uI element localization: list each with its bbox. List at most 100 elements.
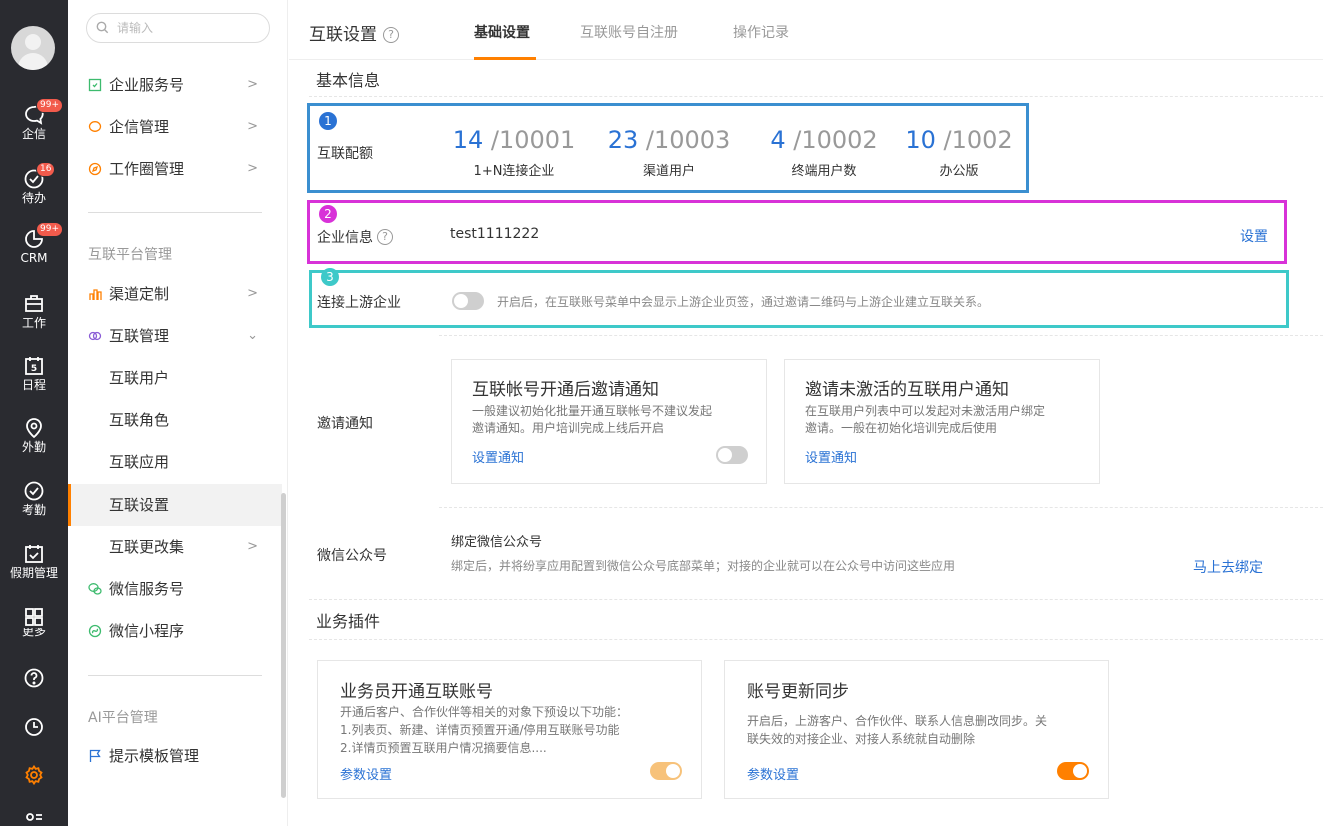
quota-value: 14 /10001: [439, 126, 589, 154]
account-sync-toggle[interactable]: [1057, 762, 1089, 780]
quota-caption: 渠道用户: [642, 164, 695, 179]
nav-subitem-roles[interactable]: 互联角色: [68, 399, 282, 441]
nav-item-wechat-service[interactable]: 微信服务号: [68, 568, 282, 610]
rail-item-todo[interactable]: 待办 16: [0, 162, 68, 214]
avatar[interactable]: [11, 26, 55, 70]
rail-item-work[interactable]: 工作: [0, 293, 68, 339]
todo-badge: 16: [36, 162, 56, 177]
rail-item-field[interactable]: 外勤: [0, 417, 68, 463]
card-title: 邀请未激活的互联用户通知: [805, 380, 1009, 400]
nav-scrollbar[interactable]: [281, 493, 286, 798]
rail-item-history[interactable]: [0, 716, 68, 762]
search-input[interactable]: 请输入: [86, 13, 270, 43]
help-icon[interactable]: ?: [383, 27, 399, 43]
help-icon[interactable]: ?: [377, 229, 393, 245]
quota-used: 4: [770, 126, 786, 154]
gear-icon: [25, 764, 43, 786]
card-description: 联失效的对接企业、对接人系统就自动删除: [747, 732, 976, 746]
upstream-toggle[interactable]: [452, 292, 484, 310]
nav-subitem-changeset[interactable]: 互联更改集 >: [68, 526, 282, 568]
salesperson-plugin-toggle[interactable]: [650, 762, 682, 780]
nav-item-service-account[interactable]: 企业服务号 >: [68, 64, 282, 106]
wechat-label: 微信公众号: [317, 548, 387, 564]
company-info-label-text: 企业信息: [317, 230, 373, 246]
crm-badge: 99+: [36, 222, 63, 237]
company-settings-link[interactable]: 设置: [1240, 226, 1268, 246]
nav-group-label: AI平台管理: [88, 710, 158, 726]
card-description: 1.列表页、新建、详情页预置开通/停用互联账号功能: [340, 723, 620, 737]
marker-3: 3: [321, 268, 339, 286]
flag-icon: [89, 749, 101, 762]
link-rings-icon: [88, 331, 102, 341]
nav-item-prompt-templates[interactable]: 提示模板管理: [68, 735, 282, 777]
row-divider: [309, 96, 1323, 97]
wechat-title: 绑定微信公众号: [451, 535, 543, 550]
search-icon: [96, 21, 109, 34]
page-header: 互联设置? 基础设置 互联账号自注册 操作记录: [289, 0, 1323, 60]
rail-item-more-label: 更多: [0, 628, 68, 638]
rail-item-calendar[interactable]: 5 日程: [0, 355, 68, 401]
clock-icon: [25, 718, 43, 736]
page-title-text: 互联设置: [309, 25, 377, 45]
plugin-card-account-sync: 账号更新同步 开启后，上游客户、合作伙伴、联系人信息删改同步。关 联失效的对接企…: [724, 660, 1109, 799]
nav-label: 互联管理: [109, 327, 170, 345]
rail-label: 假期管理: [9, 566, 58, 580]
param-settings-link[interactable]: 参数设置: [747, 764, 799, 783]
quota-total: /1002: [943, 126, 1013, 154]
card-title: 业务员开通互联账号: [340, 682, 493, 702]
set-notification-link[interactable]: 设置通知: [472, 447, 524, 466]
invite-label: 邀请通知: [317, 416, 373, 432]
nav-label: 企信管理: [109, 118, 170, 136]
marker-1: 1: [319, 112, 337, 130]
rail-item-crm[interactable]: CRM 99+: [0, 222, 68, 274]
card-description: 邀请通知。用户培训完成上线后开启: [472, 421, 665, 435]
nav-label: 互联设置: [109, 496, 170, 514]
nav-subitem-settings[interactable]: 互联设置: [68, 484, 282, 526]
quota-total: /10001: [490, 126, 576, 154]
quota-used: 14: [452, 126, 484, 154]
nav-item-workcircle[interactable]: 工作圈管理 >: [68, 148, 282, 190]
invite-toggle[interactable]: [716, 446, 748, 464]
quota-value: 10 /1002: [899, 126, 1019, 154]
section-title-plugins: 业务插件: [316, 612, 381, 631]
invite-card-inactive: 邀请未激活的互联用户通知 在互联用户列表中可以发起对未激活用户绑定 邀请。一般在…: [784, 359, 1100, 484]
rail-item-help[interactable]: [0, 667, 68, 713]
nav-item-wechat-miniprogram[interactable]: 微信小程序: [68, 610, 282, 652]
left-rail: 企信 99+ 待办 16 CRM 99+ 工作 5 日程 外勤 考勤 假期管理 …: [0, 0, 68, 826]
rail-item-more[interactable]: [0, 606, 68, 628]
rail-label: 工作: [21, 316, 46, 330]
tab-operation-log[interactable]: 操作记录: [733, 22, 789, 42]
nav-label: 微信小程序: [109, 622, 185, 640]
nav-subitem-apps[interactable]: 互联应用: [68, 441, 282, 483]
nav-subitem-users[interactable]: 互联用户: [68, 357, 282, 399]
card-title: 账号更新同步: [747, 682, 849, 702]
service-icon: [88, 78, 102, 92]
help-icon: [24, 668, 44, 688]
compass-icon: [88, 162, 102, 176]
card-description: 开启后，上游客户、合作伙伴、联系人信息删改同步。关: [747, 714, 1048, 728]
chevron-right-icon: >: [247, 161, 258, 176]
nav-item-channel-custom[interactable]: 渠道定制 >: [68, 273, 282, 315]
rail-item-attendance[interactable]: 考勤: [0, 480, 68, 526]
quota-connected-enterprises: 14 /10001 1+N连接企业: [439, 126, 589, 179]
rail-item-org[interactable]: [0, 810, 68, 826]
rail-item-holiday[interactable]: 假期管理: [0, 543, 68, 589]
card-description: 开通后客户、合作伙伴等相关的对象下预设以下功能：: [340, 705, 629, 719]
nav-item-interconnect-manage[interactable]: 互联管理 ⌄: [68, 315, 282, 357]
nav-divider: [88, 675, 262, 676]
rail-item-settings[interactable]: [0, 764, 68, 810]
rail-item-qixin[interactable]: 企信 99+: [0, 98, 68, 150]
tab-basic-settings[interactable]: 基础设置: [474, 22, 530, 42]
quota-caption: 办公版: [939, 164, 979, 179]
tab-self-register[interactable]: 互联账号自注册: [580, 22, 678, 42]
settings-nav: 请输入 企业服务号 > 企信管理 > 工作圈管理 > 互联平台管理 渠道定制 >…: [68, 0, 288, 826]
bind-wechat-link[interactable]: 马上去绑定: [1193, 557, 1263, 577]
quota-total: /10002: [793, 126, 878, 154]
quota-channel-users: 23 /10003 渠道用户: [594, 126, 744, 179]
active-tab-indicator: [474, 57, 536, 60]
set-notification-link[interactable]: 设置通知: [805, 447, 857, 466]
quota-used: 23: [607, 126, 639, 154]
nav-item-qixin-manage[interactable]: 企信管理 >: [68, 106, 282, 148]
miniprogram-icon: [88, 624, 102, 638]
param-settings-link[interactable]: 参数设置: [340, 764, 392, 783]
